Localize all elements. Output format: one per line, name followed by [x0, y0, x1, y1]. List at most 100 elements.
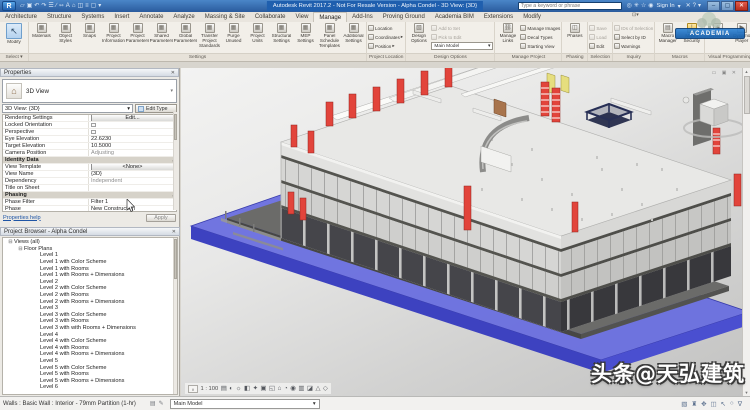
position-button[interactable]: Position ▸: [368, 42, 403, 50]
door-yellow-2[interactable]: [561, 75, 569, 93]
starting-view-button[interactable]: Starting View: [520, 42, 560, 50]
display-constraints-icon[interactable]: ◫: [710, 400, 716, 408]
add-to-set-button[interactable]: Add to Set: [431, 24, 493, 32]
3d-lock-icon[interactable]: ⌂: [278, 384, 282, 394]
tree-item[interactable]: Level 3 with Color Scheme: [3, 312, 177, 319]
property-row[interactable]: Identity Data: [3, 157, 176, 164]
pick-to-edit-button[interactable]: Pick to Edit: [431, 33, 493, 41]
ribbon-tab[interactable]: Systems: [76, 12, 109, 22]
phases-button[interactable]: ◫ Phases: [563, 23, 586, 39]
property-value[interactable]: {3D}: [89, 171, 176, 177]
settings-button[interactable]: ▦ Global Parameters: [174, 23, 197, 44]
temporary-view-properties-icon[interactable]: ◪: [307, 384, 313, 394]
reveal-hidden-elements-icon[interactable]: ◉: [290, 384, 296, 394]
open-icon[interactable]: ▱: [20, 1, 25, 11]
print-icon[interactable]: ☰: [48, 1, 53, 11]
default-3d-view-icon[interactable]: ⌂: [72, 1, 76, 11]
analytical-model-icon[interactable]: △: [315, 384, 320, 394]
ribbon-tab[interactable]: Architecture: [0, 12, 42, 22]
browser-scrollbar[interactable]: [173, 238, 177, 394]
scale-button[interactable]: 1 : 100: [201, 386, 219, 392]
tree-item[interactable]: Level 5 with Rooms + Dimensions: [3, 377, 177, 384]
property-value[interactable]: [89, 185, 176, 191]
property-row[interactable]: Phasing: [3, 192, 176, 199]
type-selector[interactable]: ⌂ 3D View ▾: [2, 79, 177, 103]
ribbon-tab[interactable]: Extensions: [479, 12, 518, 22]
tree-item[interactable]: Level 2 with Color Scheme: [3, 285, 177, 292]
worksets-icon[interactable]: ▤: [150, 400, 156, 407]
application-menu-button[interactable]: R: [2, 1, 16, 11]
highlight-sets-icon[interactable]: ◇: [323, 384, 328, 394]
apply-button[interactable]: Apply: [146, 214, 176, 222]
property-row[interactable]: Camera Position Adjusting: [3, 150, 176, 157]
profile-icon[interactable]: ◉: [648, 1, 653, 11]
tree-item[interactable]: ⊟ Floor Plans: [3, 246, 177, 253]
worksharing-display-icon[interactable]: ▥: [298, 384, 304, 394]
settings-button[interactable]: ▦ MEP Settings: [294, 23, 317, 44]
project-browser-close-icon[interactable]: ✕: [172, 229, 176, 235]
tree-item[interactable]: Level 4 with Rooms + Dimensions: [3, 351, 177, 358]
redo-icon[interactable]: ↷: [41, 1, 46, 11]
design-options-button[interactable]: ▧ Design Options: [407, 23, 430, 44]
settings-button[interactable]: ▦ Shared Parameters: [150, 23, 173, 44]
settings-button[interactable]: ▦ Project Units: [246, 23, 269, 44]
tree-item[interactable]: Level 2: [3, 279, 177, 286]
property-value[interactable]: 10.5000: [89, 143, 176, 149]
rendering-dialog-icon[interactable]: ✦: [253, 384, 258, 394]
sign-in-button[interactable]: Sign In: [657, 3, 675, 9]
tree-item[interactable]: Level 3: [3, 305, 177, 312]
edit-selection-button[interactable]: Edit: [589, 42, 606, 50]
settings-button[interactable]: ▦ Project Information: [102, 23, 125, 44]
tree-item[interactable]: Level 4: [3, 331, 177, 338]
model-3d-view[interactable]: [181, 68, 750, 396]
ribbon-tab[interactable]: Academia BIM: [430, 12, 479, 22]
coordinates-button[interactable]: Coordinates ▸: [368, 33, 403, 41]
shadows-icon[interactable]: ◧: [244, 384, 250, 394]
tree-expander-icon[interactable]: ⊟: [7, 239, 14, 245]
type-selector-arrow-icon[interactable]: ▾: [170, 88, 173, 94]
settings-button[interactable]: ▦ Panel Schedule Templates: [318, 23, 341, 49]
select-by-id-button[interactable]: Select by ID: [614, 33, 653, 41]
press-drag-icon[interactable]: ✥: [701, 400, 706, 408]
save-icon[interactable]: ▣: [27, 1, 33, 11]
visual-style-icon[interactable]: ◐: [229, 384, 233, 394]
tree-item[interactable]: Level 2 with Rooms: [3, 292, 177, 299]
canvas-vertical-scrollbar[interactable]: ▲ ▼: [742, 68, 750, 396]
tree-item[interactable]: Level 3 with with Rooms + Dimensions: [3, 325, 177, 332]
exchange-apps-icon[interactable]: ✳: [634, 1, 639, 11]
property-checkbox[interactable]: [91, 130, 96, 135]
properties-scrollbar[interactable]: [173, 112, 177, 210]
settings-button[interactable]: ▦ Transfer Project Standards: [198, 23, 221, 49]
ribbon-tab[interactable]: Massing & Site: [200, 12, 250, 22]
property-value[interactable]: <None>: [89, 164, 176, 170]
save-selection-button[interactable]: Save: [589, 24, 606, 32]
tree-item[interactable]: Level 4 with Color Scheme: [3, 338, 177, 345]
ribbon-tab[interactable]: Collaborate: [250, 12, 291, 22]
properties-header[interactable]: Properties ✕: [0, 68, 179, 77]
building-model[interactable]: [281, 68, 741, 332]
property-row[interactable]: Phase Filter Filter 1: [3, 199, 176, 206]
property-value[interactable]: [89, 122, 176, 128]
tree-item[interactable]: Level 1: [3, 252, 177, 259]
property-checkbox[interactable]: [91, 123, 96, 128]
property-value[interactable]: [89, 129, 176, 135]
help-dropdown-icon[interactable]: ▾: [698, 1, 701, 11]
property-row[interactable]: Target Elevation 10.5000: [3, 143, 176, 150]
sun-path-icon[interactable]: ☼: [236, 384, 242, 394]
settings-button[interactable]: ▦ Project Parameters: [126, 23, 149, 44]
property-row[interactable]: View Template <None>: [3, 164, 176, 171]
temporary-hide-isolate-icon[interactable]: ◔: [284, 384, 288, 394]
property-value[interactable]: Independent: [89, 178, 176, 184]
dynamo-player-button[interactable]: ▶ Dynamo Player: [730, 23, 750, 44]
settings-button[interactable]: ▦ Purge Unused: [222, 23, 245, 44]
close-button[interactable]: ✕: [735, 1, 748, 11]
measure-icon[interactable]: ∕: [56, 1, 57, 11]
property-row[interactable]: Dependency Independent: [3, 178, 176, 185]
ribbon-tab[interactable]: Structure: [42, 12, 76, 22]
tree-expander-icon[interactable]: ⊟: [17, 246, 24, 252]
viewcube-home-icon[interactable]: [683, 97, 689, 103]
search-input[interactable]: [518, 2, 622, 10]
instance-selector[interactable]: 3D View: {3D} ▾: [2, 104, 133, 113]
tree-item[interactable]: Level 5: [3, 358, 177, 365]
property-row[interactable]: Rendering Settings Edit...: [3, 115, 176, 122]
